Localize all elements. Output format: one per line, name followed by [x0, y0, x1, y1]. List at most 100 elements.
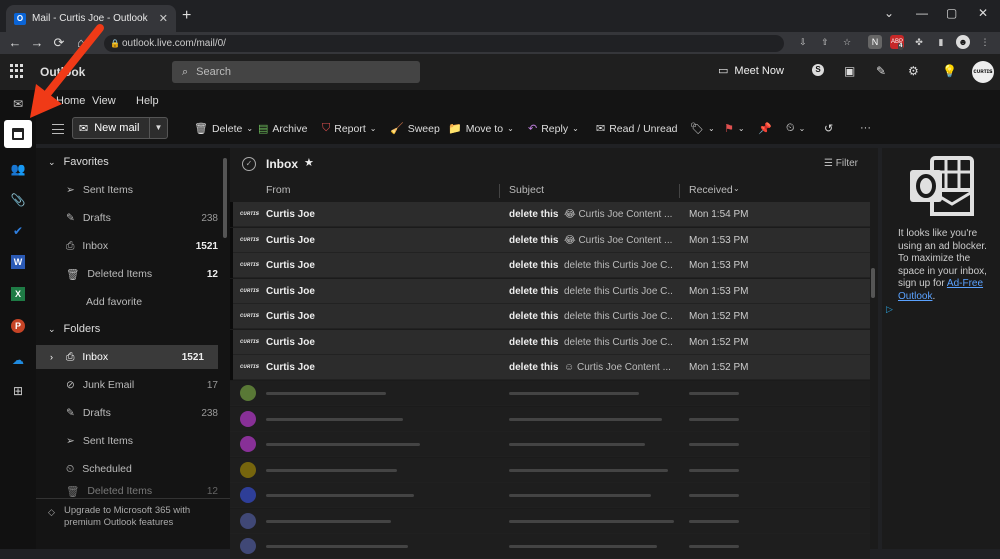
reply-button[interactable]: ↶ Reply ⌄ [528, 122, 579, 136]
adchoices-icon[interactable]: ▷ [886, 304, 893, 315]
favorite-inbox[interactable]: ⎙ Inbox 1521 [66, 234, 218, 258]
office-icon[interactable]: ▣ [844, 64, 855, 78]
people-icon[interactable]: 👥 [9, 160, 27, 178]
tab-view[interactable]: View [92, 95, 116, 107]
window-close-icon[interactable]: ✕ [978, 6, 988, 20]
tab-search-chevron-icon[interactable]: ⌄ [884, 6, 894, 20]
settings-gear-icon[interactable]: ⚙ [908, 64, 919, 78]
read-unread-button[interactable]: ✉ Read / Unread [596, 122, 678, 136]
skype-icon[interactable]: S [812, 64, 824, 76]
new-tab-icon[interactable]: + [182, 7, 191, 25]
word-icon[interactable]: W [11, 255, 25, 269]
onedrive-icon[interactable]: ☁ [9, 351, 27, 369]
message-row[interactable]: ᴄᴜʀᴛɪꜱ Curtis Joe delete this 😂 Curtis Joe … [230, 202, 870, 227]
categorize-button[interactable]: 🏷 ⌄ [690, 122, 715, 135]
folder-scheduled[interactable]: ⏲ Scheduled [66, 457, 218, 481]
profile-icon[interactable]: ☻ [956, 35, 970, 49]
folder-pane-scrollbar[interactable] [223, 158, 227, 238]
blurred-message-row[interactable] [230, 534, 870, 559]
folder-deleted-items[interactable]: 🗑 Deleted Items 12 [66, 484, 218, 498]
message-row[interactable]: ᴄᴜʀᴛɪꜱ Curtis Joe delete this ☺ Curtis Joe … [230, 355, 870, 380]
home-icon[interactable]: ⌂ [72, 35, 90, 50]
attachment-icon[interactable]: 📎 [9, 191, 27, 209]
tab-home[interactable]: Home [56, 95, 85, 107]
archive-button[interactable]: ▤ Archive [258, 122, 307, 136]
upgrade-banner[interactable]: ◇ Upgrade to Microsoft 365 with premium … [36, 498, 230, 549]
undo-button[interactable]: ↺ [824, 122, 833, 135]
blurred-message-row[interactable] [230, 483, 870, 508]
install-icon[interactable]: ⇩ [796, 35, 810, 49]
blurred-message-row[interactable] [230, 406, 870, 432]
folder-drafts[interactable]: ✎ Drafts 238 [66, 401, 218, 425]
feedback-icon[interactable]: ✎ [876, 64, 886, 78]
add-favorite-link[interactable]: Add favorite [66, 290, 218, 314]
sidepanel-icon[interactable]: ▮ [934, 35, 948, 49]
col-subject[interactable]: Subject [509, 184, 544, 196]
new-mail-button[interactable]: ✉ New mail ▼ [72, 117, 168, 139]
adblock-extension-icon[interactable]: ABP 4 [890, 35, 904, 50]
message-row[interactable]: ᴄᴜʀᴛɪꜱ Curtis Joe delete this delete this C… [230, 304, 870, 329]
message-row[interactable]: ᴄᴜʀᴛɪꜱ Curtis Joe delete this delete this C… [230, 253, 870, 278]
browser-menu-icon[interactable]: ⋮ [978, 35, 992, 49]
delete-button[interactable]: 🗑 Delete ⌄ [194, 122, 253, 136]
sweep-button[interactable]: 🧹 Sweep [390, 122, 440, 136]
powerpoint-icon[interactable]: P [11, 319, 25, 333]
hamburger-icon[interactable] [52, 124, 64, 134]
blurred-message-row[interactable] [230, 432, 870, 457]
search-input[interactable]: ⌕ Search [172, 61, 420, 83]
tab-help[interactable]: Help [136, 95, 159, 107]
new-mail-dropdown-icon[interactable]: ▼ [149, 118, 167, 138]
extension-icon[interactable]: N [868, 35, 882, 49]
app-launcher-icon[interactable] [10, 64, 24, 78]
flag-button[interactable]: ⚑ ⌄ [724, 122, 745, 135]
folder-junk-email[interactable]: ⊘ Junk Email 17 [66, 373, 218, 397]
message-row[interactable]: ᴄᴜʀᴛɪꜱ Curtis Joe delete this 😂 Curtis Joe … [230, 227, 870, 253]
col-received[interactable]: Received [689, 184, 733, 196]
message-row[interactable]: ᴄᴜʀᴛɪꜱ Curtis Joe delete this delete this C… [230, 329, 870, 355]
more-actions-button[interactable]: ··· [860, 122, 871, 134]
maximize-icon[interactable]: ▢ [946, 6, 957, 20]
favorites-header[interactable]: ⌄ Favorites [48, 156, 109, 168]
reload-icon[interactable]: ⟳ [50, 35, 68, 51]
favorite-drafts[interactable]: ✎ Drafts 238 [66, 206, 218, 230]
snooze-button[interactable]: ⏲ ⌄ [786, 122, 805, 135]
sort-chevron-icon[interactable]: ⌄ [733, 184, 740, 193]
bookmark-star-icon[interactable]: ☆ [840, 35, 854, 49]
select-all-check-icon[interactable]: ✓ [242, 157, 256, 171]
todo-check-icon[interactable]: ✔ [9, 222, 27, 240]
folders-header[interactable]: ⌄ Folders [48, 323, 100, 335]
pin-button[interactable]: 📌 [758, 122, 772, 135]
favorite-deleted-items[interactable]: 🗑 Deleted Items 12 [66, 262, 218, 286]
column-divider[interactable] [679, 184, 680, 198]
star-icon[interactable]: ★ [304, 156, 314, 169]
blurred-message-row[interactable] [230, 508, 870, 534]
move-to-button[interactable]: 📁 Move to ⌄ [448, 122, 514, 136]
filter-button[interactable]: ☰ Filter [824, 158, 858, 169]
browser-tab[interactable]: O Mail - Curtis Joe - Outlook ✕ [6, 5, 176, 32]
puzzle-icon[interactable]: ✤ [912, 35, 926, 49]
blurred-message-row[interactable] [230, 457, 870, 483]
forward-icon[interactable]: → [28, 35, 46, 50]
outlook-brand[interactable]: Outlook [40, 65, 85, 79]
report-button[interactable]: ⛉ Report ⌄ [322, 122, 376, 135]
message-list-scrollbar[interactable] [871, 268, 875, 298]
meet-now-button[interactable]: ▭ Meet Now [718, 64, 784, 78]
calendar-icon[interactable] [4, 120, 32, 148]
url-field[interactable]: 🔒 outlook.live.com/mail/0/ [104, 35, 784, 52]
minimize-icon[interactable]: — [916, 6, 928, 20]
blurred-message-row[interactable] [230, 381, 870, 406]
mail-icon[interactable]: ✉ [9, 95, 27, 113]
account-avatar[interactable]: ᴄᴜʀᴛɪꜱ [972, 61, 994, 83]
col-from[interactable]: From [266, 184, 291, 196]
favorite-sent-items[interactable]: ➢ Sent Items [66, 178, 218, 202]
more-apps-icon[interactable]: ⊞ [9, 382, 27, 400]
tips-lightbulb-icon[interactable]: 💡 [942, 64, 957, 78]
folder-inbox[interactable]: › ⎙ Inbox 1521 [36, 345, 218, 369]
share-icon[interactable]: ⇧ [818, 35, 832, 49]
message-row[interactable]: ᴄᴜʀᴛɪꜱ Curtis Joe delete this delete this C… [230, 278, 870, 304]
folder-sent-items[interactable]: ➢ Sent Items [66, 429, 218, 453]
excel-icon[interactable]: X [11, 287, 25, 301]
back-icon[interactable]: ← [6, 35, 24, 50]
tab-close-icon[interactable]: ✕ [159, 12, 168, 25]
column-divider[interactable] [499, 184, 500, 198]
